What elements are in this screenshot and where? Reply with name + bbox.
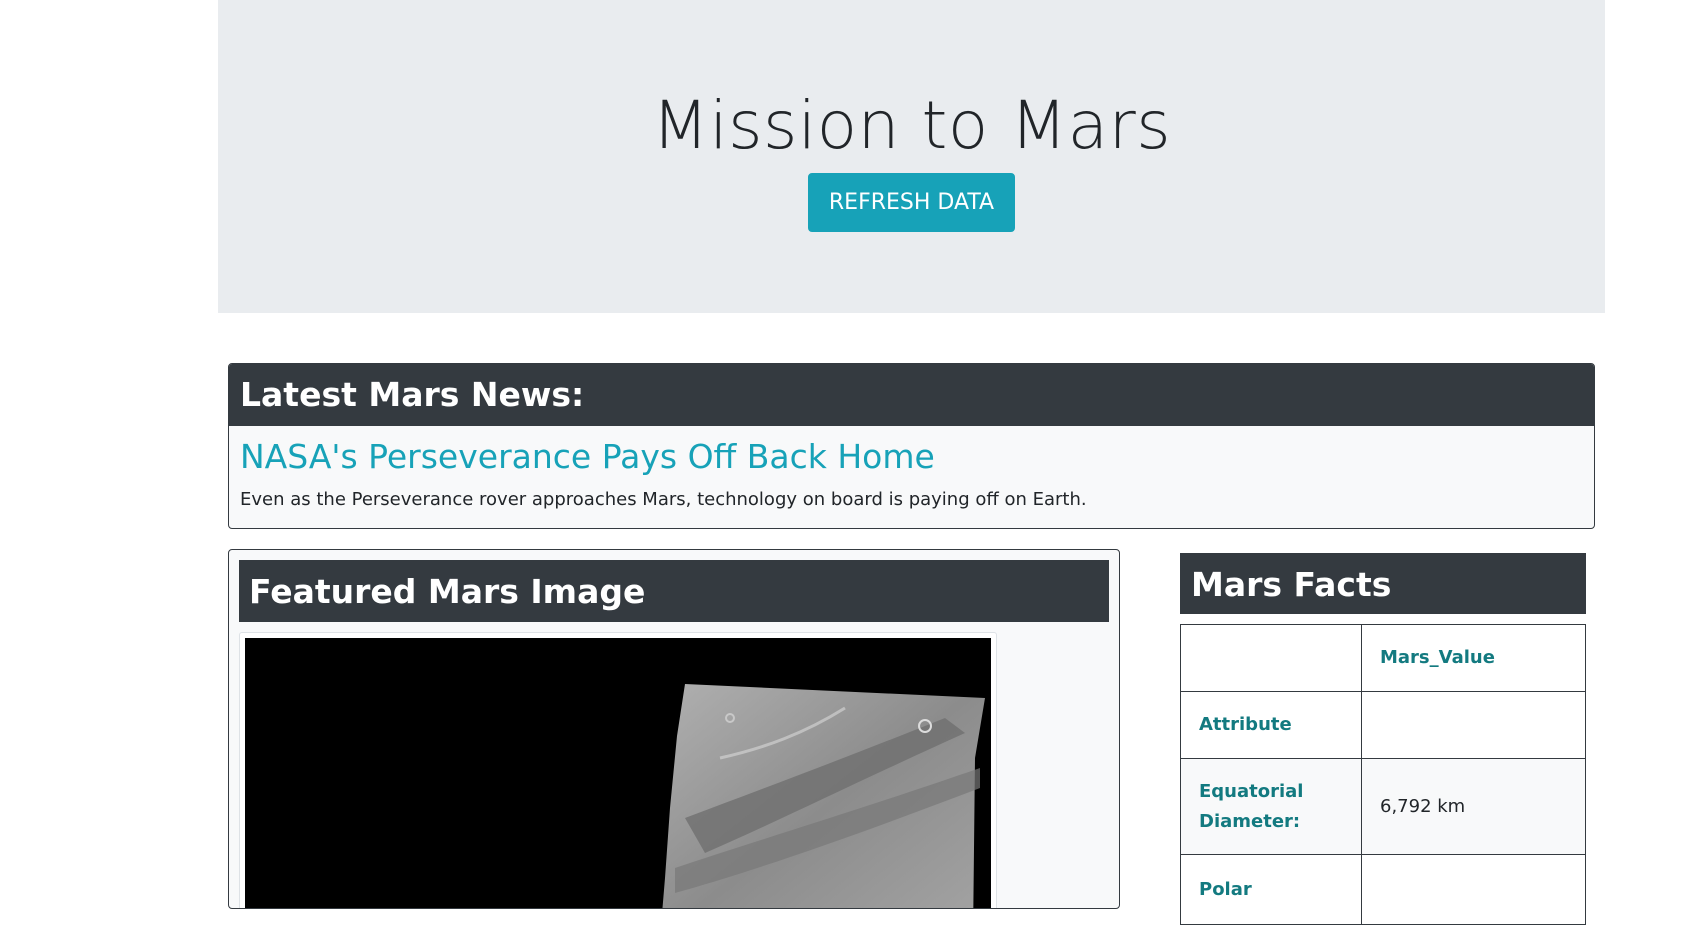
mars-facts-table: Mars_Value Attribute Equatorial Diameter… bbox=[1180, 624, 1586, 925]
news-teaser: Even as the Perseverance rover approache… bbox=[240, 489, 1087, 510]
refresh-data-button[interactable]: REFRESH DATA bbox=[808, 173, 1015, 232]
table-row-label: Equatorial Diameter: bbox=[1180, 758, 1362, 855]
featured-mars-image[interactable] bbox=[245, 638, 991, 909]
table-row-label: Attribute bbox=[1180, 691, 1362, 759]
table-header-row: Mars_Value bbox=[1180, 624, 1586, 692]
table-row-value: 6,792 km bbox=[1361, 758, 1586, 855]
table-row-value bbox=[1361, 691, 1586, 759]
page-title: Mission to Mars bbox=[651, 87, 1172, 164]
table-row: Attribute bbox=[1180, 691, 1586, 759]
table-row: Equatorial Diameter: 6,792 km bbox=[1180, 758, 1586, 855]
featured-image-frame bbox=[239, 632, 997, 909]
jumbotron-header: Mission to Mars REFRESH DATA bbox=[218, 0, 1605, 313]
featured-image-card: Featured Mars Image bbox=[228, 549, 1120, 909]
table-header-mars-value: Mars_Value bbox=[1361, 624, 1586, 692]
table-header-empty bbox=[1180, 624, 1362, 692]
news-title-link[interactable]: NASA's Perseverance Pays Off Back Home bbox=[240, 436, 1594, 478]
news-card: Latest Mars News: NASA's Perseverance Pa… bbox=[228, 363, 1595, 529]
table-row-label: Polar bbox=[1180, 854, 1362, 925]
table-row: Polar bbox=[1180, 854, 1586, 925]
news-header: Latest Mars News: bbox=[229, 364, 1594, 426]
featured-image-header: Featured Mars Image bbox=[239, 560, 1109, 622]
mars-facts-header: Mars Facts bbox=[1180, 553, 1586, 614]
table-row-value bbox=[1361, 854, 1586, 925]
